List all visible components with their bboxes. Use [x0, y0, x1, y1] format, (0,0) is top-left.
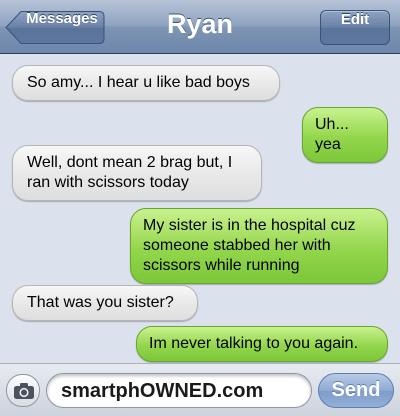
camera-icon: [14, 383, 34, 399]
send-button[interactable]: Send: [318, 373, 394, 408]
received-message[interactable]: That was you sister?: [7, 285, 198, 321]
navigation-bar: Messages Ryan Edit: [0, 0, 400, 54]
message-input[interactable]: smartphOWNED.com: [46, 373, 312, 408]
compose-bar: smartphOWNED.com Send: [0, 363, 400, 416]
message-list[interactable]: So amy... I hear u like bad boys Uh... y…: [0, 55, 400, 363]
sent-message[interactable]: My sister is in the hospital cuz someone…: [130, 208, 393, 284]
received-message[interactable]: So amy... I hear u like bad boys: [7, 65, 280, 101]
edit-button[interactable]: Edit: [320, 10, 390, 45]
camera-button[interactable]: [6, 374, 40, 407]
sent-message[interactable]: Uh... yea: [302, 107, 393, 163]
sent-message[interactable]: Im never talking to you again.: [136, 326, 393, 362]
received-message[interactable]: Well, dont mean 2 brag but, I ran with s…: [7, 145, 262, 201]
